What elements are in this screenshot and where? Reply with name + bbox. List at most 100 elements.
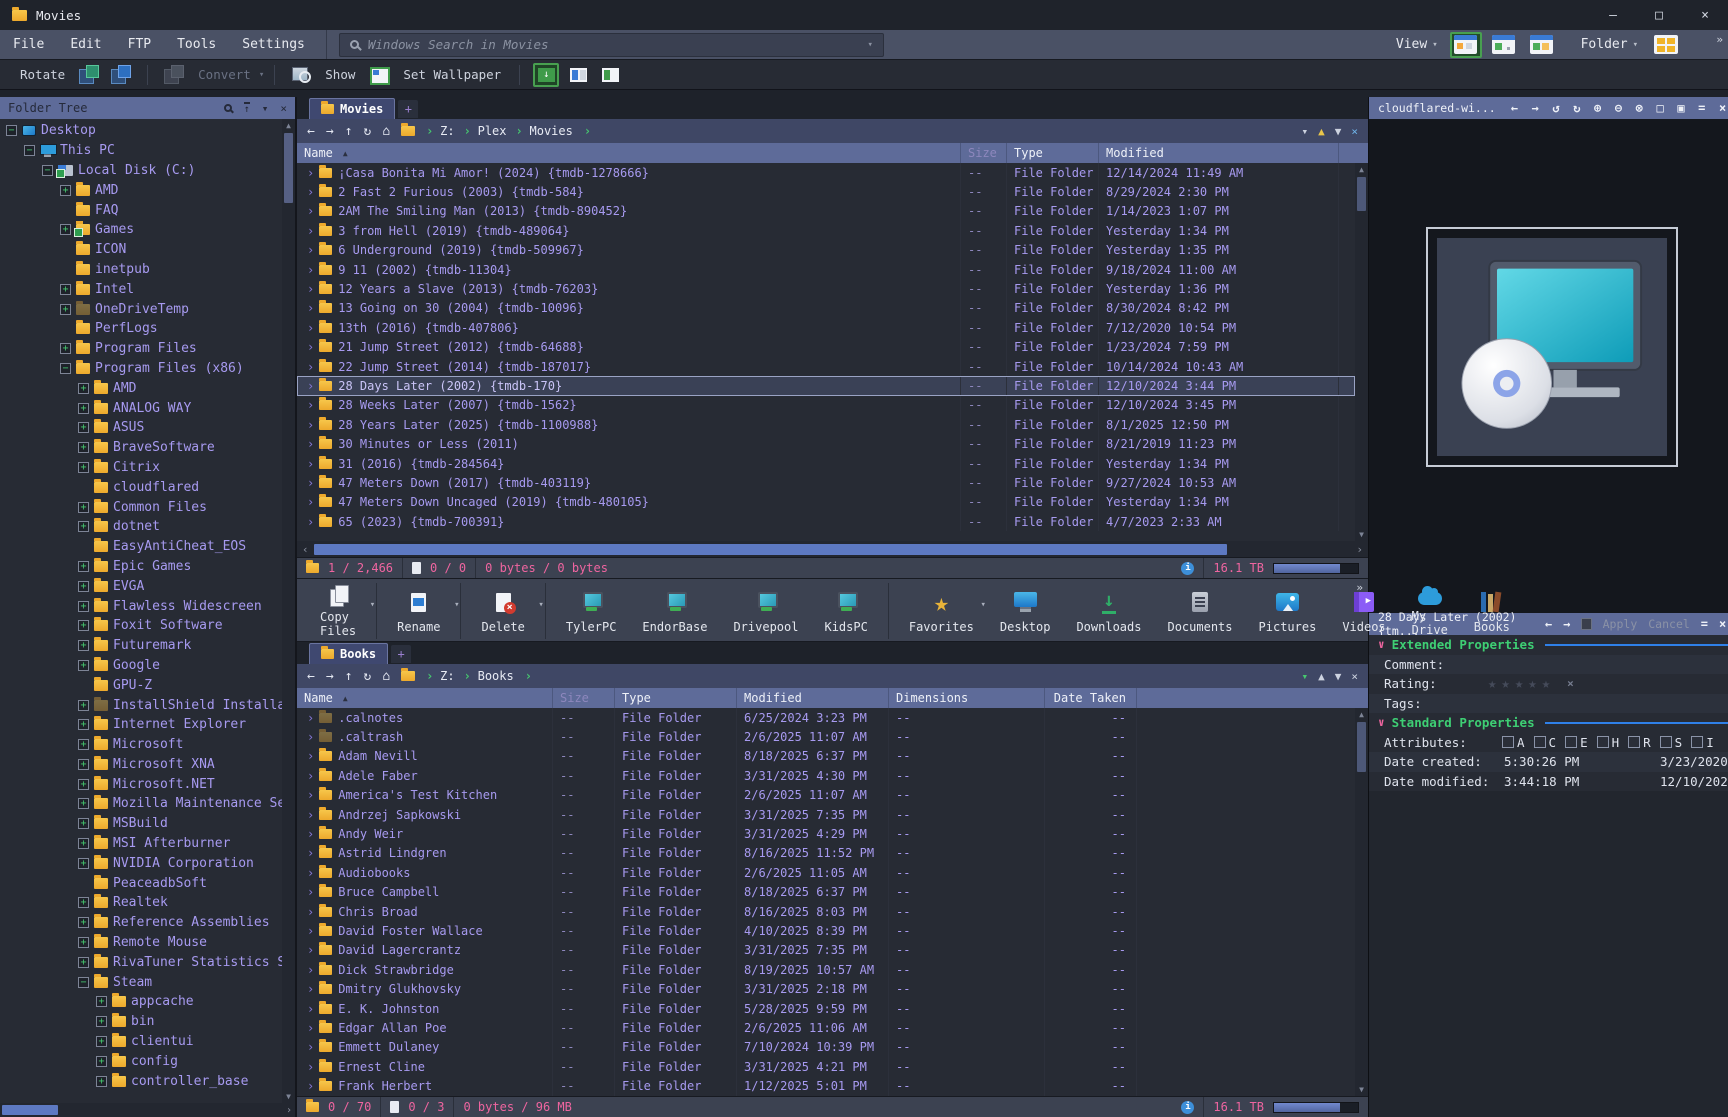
column-header[interactable]: Date Taken	[1045, 688, 1137, 708]
expand-arrow-icon[interactable]: ›	[307, 730, 314, 744]
scrollbar-thumb[interactable]	[1357, 722, 1366, 772]
table-row[interactable]: › 65 (2023) {tmdb-700391} -- File Folder…	[297, 512, 1355, 531]
tree-item[interactable]: ICON	[0, 240, 295, 260]
expand-arrow-icon[interactable]: ›	[307, 495, 314, 509]
attribute-checkbox[interactable]	[1534, 736, 1546, 748]
convert-button[interactable]: Convert	[190, 67, 259, 82]
scroll-down-icon[interactable]: ▼	[1359, 530, 1364, 539]
tree-expander[interactable]	[78, 838, 89, 849]
tree-expander[interactable]	[78, 442, 89, 453]
zoom-in-icon[interactable]: ⊕	[1594, 101, 1601, 115]
expand-arrow-icon[interactable]: ›	[307, 846, 314, 860]
tree-expander[interactable]	[60, 363, 71, 374]
tree-item[interactable]: Citrix	[0, 458, 295, 478]
toggle-viewer-pane-button[interactable]	[533, 63, 559, 87]
tree-item[interactable]: Program Files	[0, 339, 295, 359]
tree-expander[interactable]	[78, 383, 89, 394]
table-row[interactable]: › 47 Meters Down (2017) {tmdb-403119} --…	[297, 473, 1355, 492]
shortcut-button[interactable]: ▾ Drivepool	[720, 583, 811, 639]
table-row[interactable]: › .caltrash -- File Folder 2/6/2025 11:0…	[297, 727, 1355, 746]
table-row[interactable]: › David Foster Wallace -- File Folder 4/…	[297, 921, 1355, 940]
tree-expander[interactable]	[78, 917, 89, 928]
column-header[interactable]: Size	[553, 688, 615, 708]
rotate-button[interactable]: Rotate	[12, 67, 73, 82]
search-box[interactable]: ▾	[339, 33, 884, 57]
convert-dropdown-icon[interactable]: ▾	[259, 70, 264, 80]
tree-item[interactable]: clientui	[0, 1032, 295, 1052]
tree-item[interactable]: Flawless Widescreen	[0, 596, 295, 616]
column-header[interactable]: Name	[297, 688, 553, 708]
tree-item[interactable]: Local Disk (C:)	[0, 161, 295, 181]
tree-item[interactable]: Futuremark	[0, 636, 295, 656]
expand-arrow-icon[interactable]: ›	[307, 924, 314, 938]
new-tab-button[interactable]: +	[398, 100, 418, 118]
expand-arrow-icon[interactable]: ›	[307, 769, 314, 783]
set-wallpaper-button[interactable]: Set Wallpaper	[395, 67, 509, 82]
tree-horizontal-scrollbar[interactable]: ›	[0, 1103, 295, 1117]
table-row[interactable]: › 28 Days Later (2002) {tmdb-170} -- Fil…	[297, 376, 1355, 395]
tree-expander[interactable]	[78, 403, 89, 414]
tree-expander[interactable]	[60, 224, 71, 235]
tree-expander[interactable]	[78, 620, 89, 631]
table-row[interactable]: › 28 Weeks Later (2007) {tmdb-1562} -- F…	[297, 396, 1355, 415]
expand-arrow-icon[interactable]: ›	[307, 185, 314, 199]
tree-item[interactable]: NVIDIA Corporation	[0, 853, 295, 873]
tree-item[interactable]: Internet Explorer	[0, 715, 295, 735]
sort-descending-icon[interactable]: ▼	[1335, 670, 1342, 683]
table-row[interactable]: › Adele Faber -- File Folder 3/31/2025 4…	[297, 766, 1355, 785]
scroll-right-icon[interactable]: ›	[1356, 543, 1363, 556]
tree-item[interactable]: Reference Assemblies	[0, 913, 295, 933]
rotate-left-button[interactable]	[79, 65, 99, 84]
tree-item[interactable]: Intel	[0, 279, 295, 299]
minimize-button[interactable]: –	[1590, 0, 1636, 30]
viewer-forward-icon[interactable]: →	[1532, 101, 1539, 115]
table-row[interactable]: › Bruce Campbell -- File Folder 8/18/202…	[297, 883, 1355, 902]
attribute-checkbox[interactable]	[1660, 736, 1672, 748]
expand-arrow-icon[interactable]: ›	[307, 360, 314, 374]
tree-expander[interactable]	[78, 521, 89, 532]
shortcut-button[interactable]: ▾ TylerPC	[553, 583, 630, 639]
table-row[interactable]: › 30 Minutes or Less (2011) -- File Fold…	[297, 434, 1355, 453]
tree-item[interactable]: Common Files	[0, 497, 295, 517]
attribute-checkbox[interactable]	[1597, 736, 1609, 748]
shortcut-button[interactable]: ▾ Pictures	[1246, 583, 1330, 639]
table-row[interactable]: › Andy Weir -- File Folder 3/31/2025 4:2…	[297, 824, 1355, 843]
shortcut-button[interactable]: ▾ Copy Files	[307, 583, 377, 639]
menu-item[interactable]: FTP	[115, 30, 164, 59]
expand-arrow-icon[interactable]: ›	[307, 398, 314, 412]
expand-arrow-icon[interactable]: ›	[307, 166, 314, 180]
tree-item[interactable]: EVGA	[0, 576, 295, 596]
fit-window-icon[interactable]: □	[1657, 101, 1664, 115]
properties-close-icon[interactable]: ×	[1719, 617, 1726, 631]
column-header[interactable]: Modified	[1099, 143, 1339, 163]
show-button[interactable]: Show	[317, 67, 363, 82]
breadcrumb-segment[interactable]: Plex	[464, 124, 507, 138]
column-header[interactable]: Type	[615, 688, 737, 708]
dropdown-arrow-icon[interactable]: ▾	[538, 600, 543, 610]
tree-item[interactable]: PerfLogs	[0, 319, 295, 339]
table-row[interactable]: › Adam Nevill -- File Folder 8/18/2025 6…	[297, 747, 1355, 766]
search-dropdown-icon[interactable]: ▾	[867, 40, 872, 50]
scroll-left-icon[interactable]: ‹	[302, 543, 309, 556]
column-header[interactable]: Name	[297, 143, 961, 163]
rotate-right-button[interactable]	[111, 65, 131, 84]
forward-icon[interactable]: →	[326, 669, 334, 684]
tree-item[interactable]: Steam	[0, 972, 295, 992]
expand-arrow-icon[interactable]: ›	[307, 515, 314, 529]
tree-item[interactable]: Foxit Software	[0, 616, 295, 636]
expand-arrow-icon[interactable]: ›	[307, 808, 314, 822]
tree-expander[interactable]	[78, 779, 89, 790]
expand-arrow-icon[interactable]: ›	[307, 379, 314, 393]
expand-arrow-icon[interactable]: ›	[307, 943, 314, 957]
rotate-left-icon[interactable]: ↺	[1552, 101, 1559, 115]
tree-options-icon[interactable]: ▾	[262, 102, 269, 115]
expand-arrow-icon[interactable]: ›	[307, 963, 314, 977]
new-tab-button[interactable]: +	[391, 645, 411, 663]
tree-expander[interactable]	[78, 957, 89, 968]
tree-item[interactable]: cloudflared	[0, 477, 295, 497]
shortcutbar-overflow-icon[interactable]: »	[1356, 581, 1363, 594]
dropdown-arrow-icon[interactable]: ▾	[980, 600, 985, 610]
breadcrumb-segment[interactable]: Movies	[516, 124, 573, 138]
menubar-overflow-icon[interactable]: »	[1716, 33, 1723, 46]
view-mode-tiles-button[interactable]	[1526, 32, 1558, 58]
